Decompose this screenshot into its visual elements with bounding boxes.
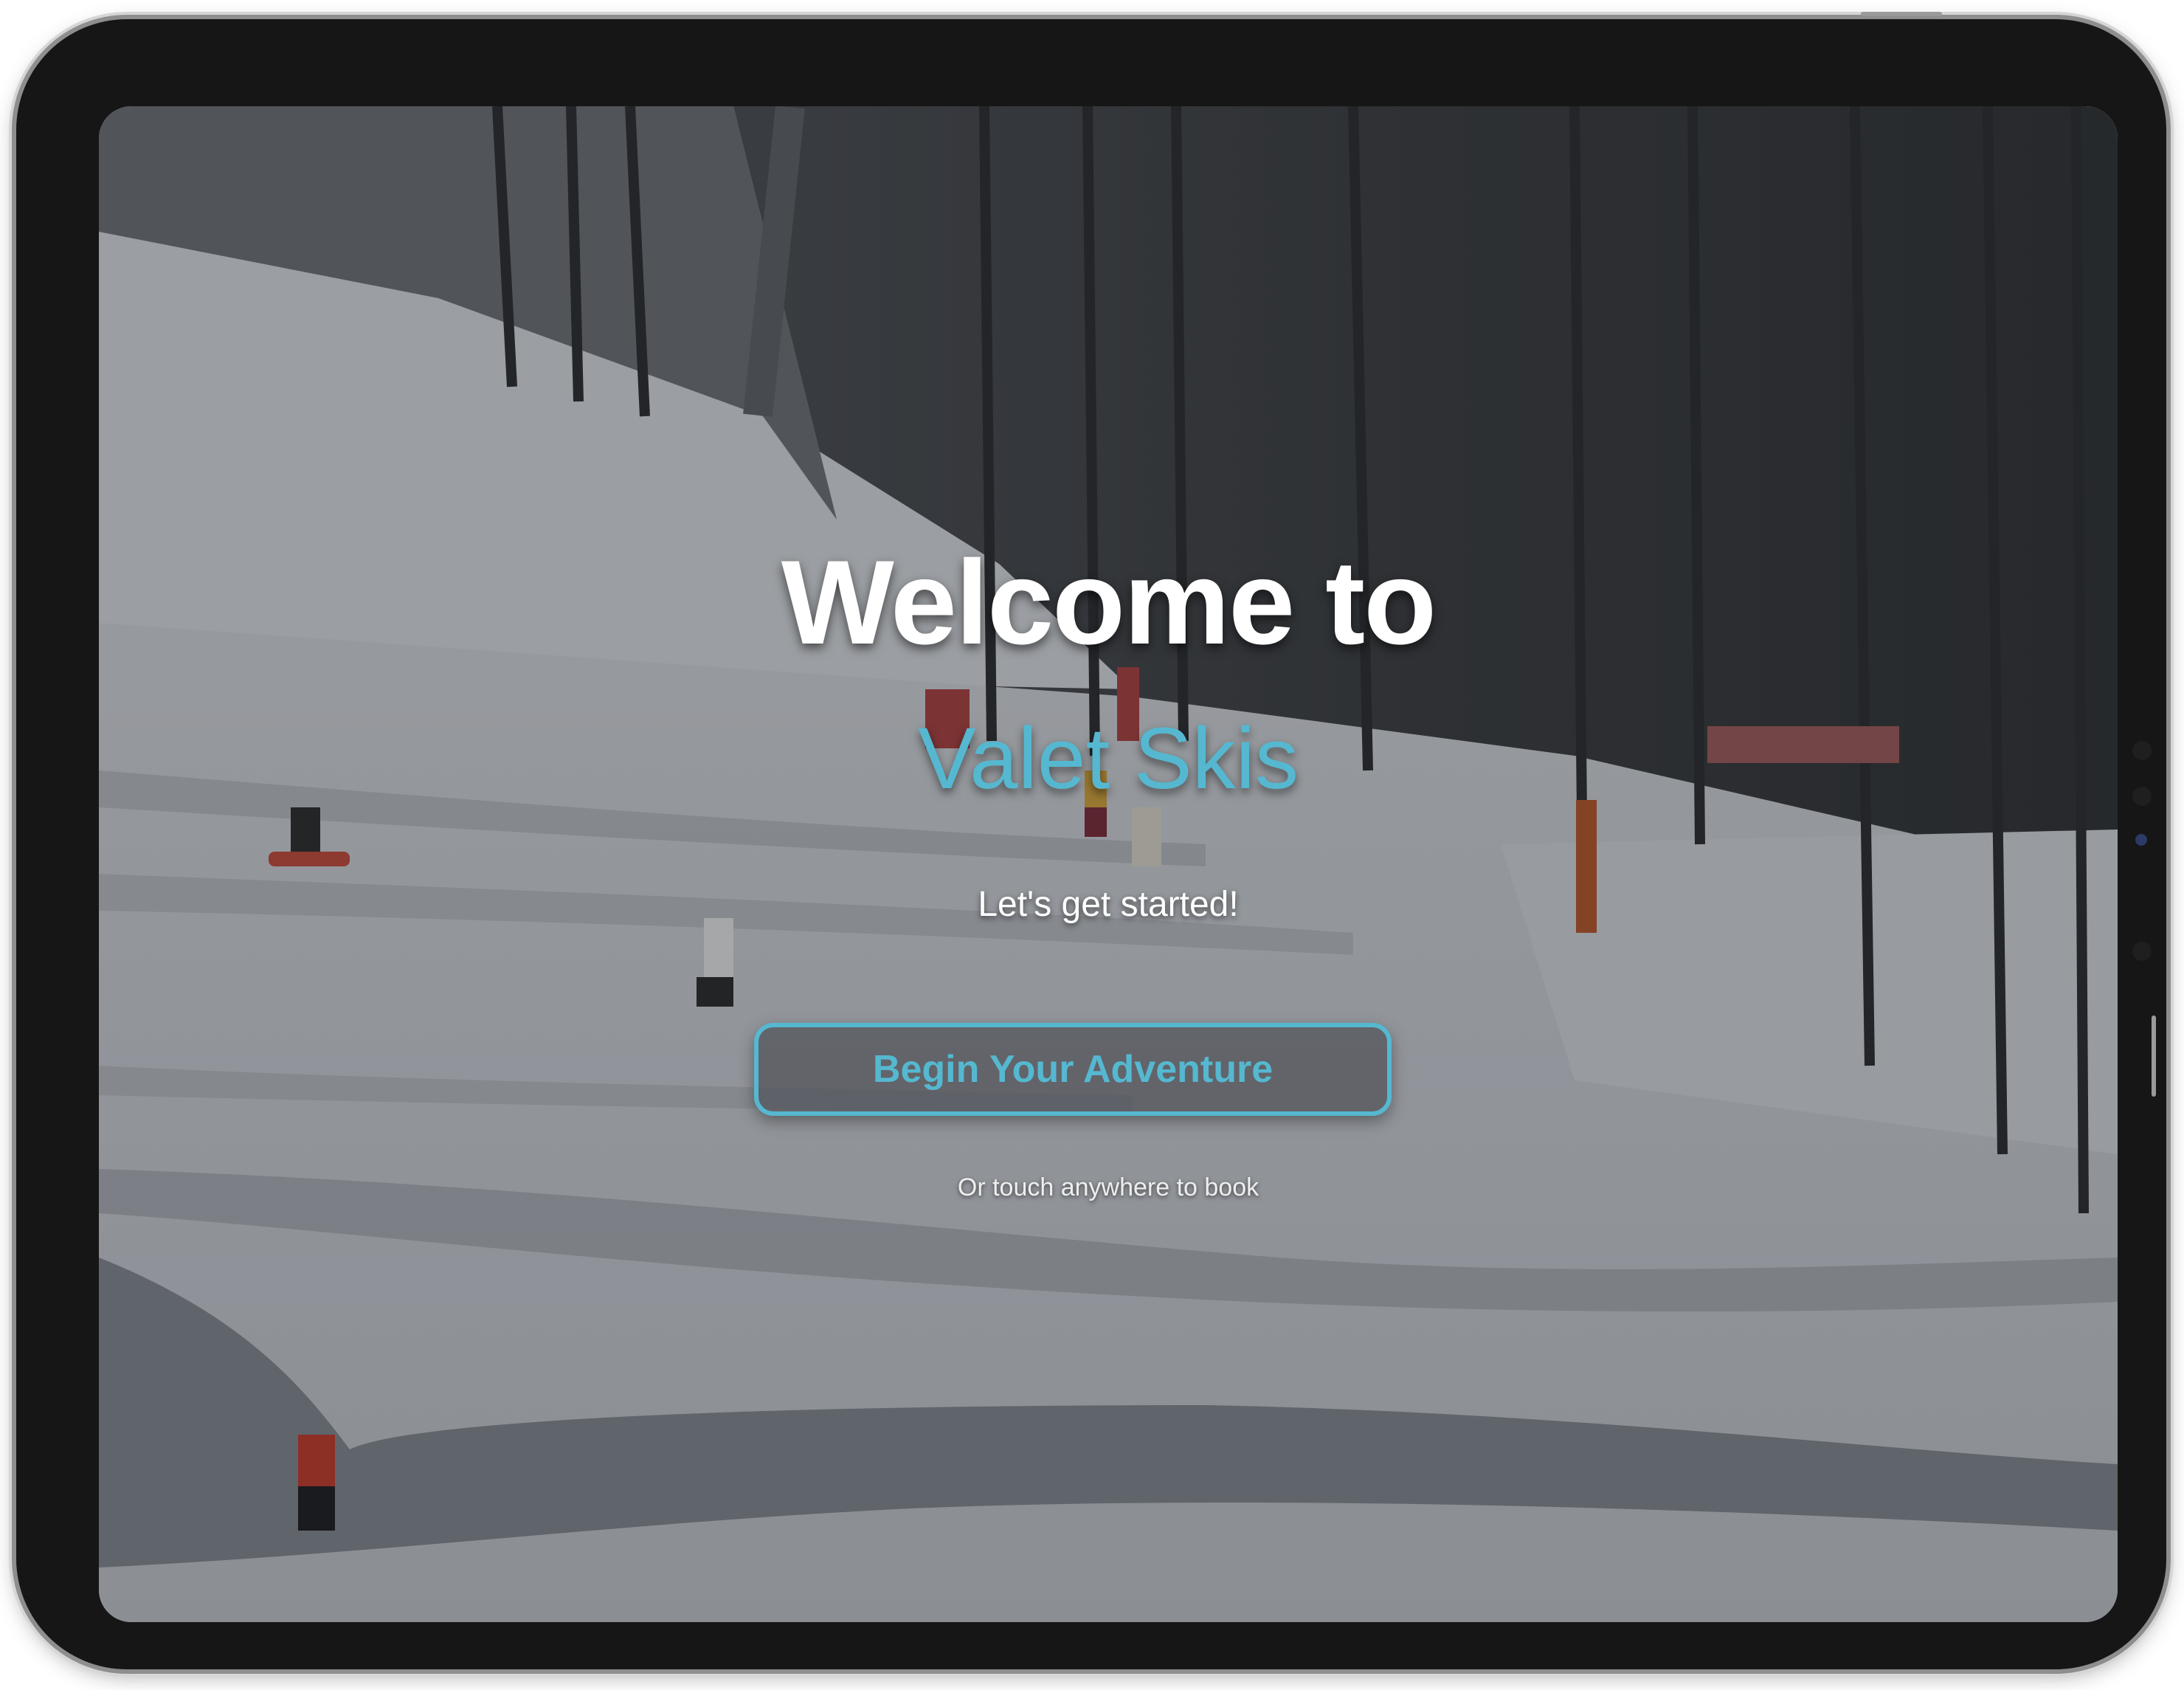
camera-flash xyxy=(2135,834,2147,846)
volume-up-button xyxy=(2152,1015,2156,1097)
brand-name: Valet Skis xyxy=(918,710,1299,807)
tagline: Let's get started! xyxy=(978,885,1239,924)
screen[interactable]: Welcome to Valet Skis Let's get started!… xyxy=(99,106,2118,1622)
touch-anywhere-hint: Or touch anywhere to book xyxy=(957,1173,1259,1201)
begin-adventure-button[interactable]: Begin Your Adventure xyxy=(754,1023,1392,1116)
welcome-headline: Welcome to xyxy=(781,536,1437,669)
camera-sensor xyxy=(2132,741,2152,760)
welcome-content: Welcome to Valet Skis Let's get started!… xyxy=(99,106,2118,1622)
tablet-frame: Welcome to Valet Skis Let's get started!… xyxy=(16,12,2166,1669)
top-button xyxy=(1861,12,1942,16)
camera-microphone xyxy=(2132,942,2152,961)
camera-lens xyxy=(2132,787,2152,806)
